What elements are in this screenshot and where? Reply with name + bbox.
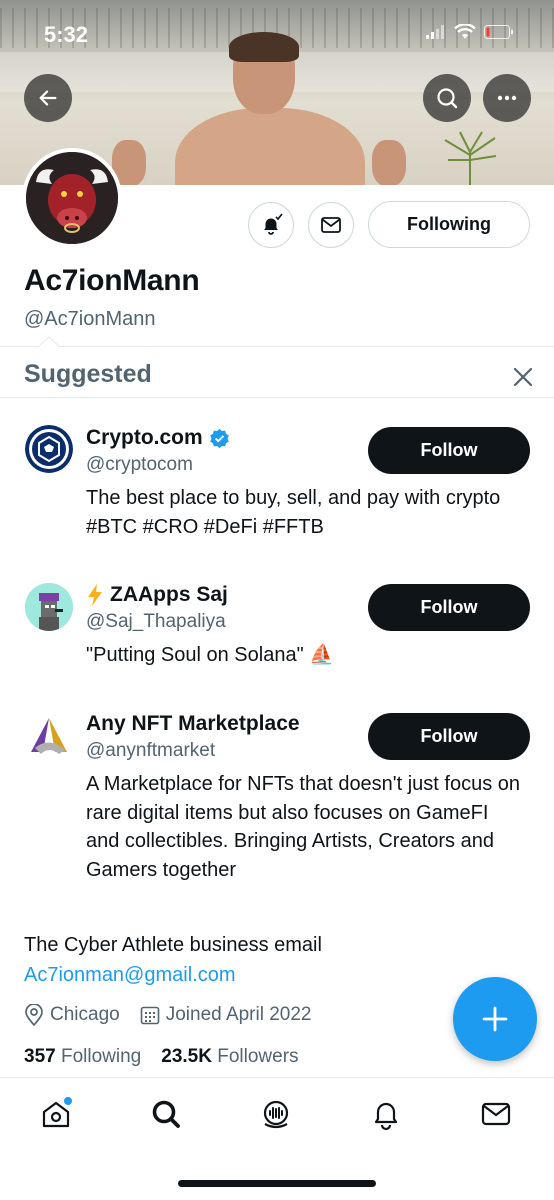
caret-pointer bbox=[38, 336, 60, 348]
account-bio: A Marketplace for NFTs that doesn't just… bbox=[86, 773, 521, 881]
following-count: 357 bbox=[24, 1046, 56, 1067]
plus-icon bbox=[482, 1006, 508, 1032]
compose-button[interactable] bbox=[453, 977, 537, 1061]
account-name: Crypto.com bbox=[86, 426, 203, 449]
messages-icon bbox=[481, 1102, 511, 1126]
pixel-ape-avatar-icon bbox=[25, 583, 73, 631]
profile-bio: The Cyber Athlete business email bbox=[24, 934, 322, 956]
divider bbox=[0, 346, 554, 347]
back-arrow-icon bbox=[39, 90, 57, 106]
signal-icon bbox=[426, 25, 444, 39]
profile-email-link[interactable]: Ac7ionman@gmail.com bbox=[24, 964, 236, 987]
following-button[interactable]: Following bbox=[368, 201, 530, 248]
profile-location: Chicago bbox=[50, 1004, 120, 1025]
follow-button[interactable]: Follow bbox=[368, 713, 530, 760]
search-icon bbox=[152, 1100, 180, 1128]
suggested-heading: Suggested bbox=[24, 360, 152, 388]
home-icon bbox=[42, 1097, 72, 1128]
banner-hand-right bbox=[372, 140, 406, 185]
account-bio: The best place to buy, sell, and pay wit… bbox=[86, 487, 501, 538]
back-button[interactable] bbox=[24, 74, 72, 122]
more-horizontal-icon bbox=[497, 95, 517, 101]
user-handle: @Ac7ionMann bbox=[24, 308, 156, 330]
verified-badge-icon bbox=[209, 428, 229, 448]
account-name: Any NFT Marketplace bbox=[86, 712, 300, 735]
followers-count: 23.5K bbox=[161, 1046, 212, 1067]
account-handle: @Saj_Thapaliya bbox=[86, 611, 226, 632]
crypto-com-logo-icon bbox=[25, 425, 73, 473]
account-avatar[interactable] bbox=[25, 712, 73, 760]
followers-label: Followers bbox=[217, 1046, 299, 1067]
profile-meta: Chicago Joined April 2022 bbox=[24, 1004, 324, 1026]
avatar[interactable] bbox=[22, 148, 122, 248]
calendar-icon bbox=[140, 1006, 160, 1025]
home-indicator[interactable] bbox=[178, 1180, 376, 1187]
battery-icon bbox=[484, 25, 513, 39]
search-icon bbox=[437, 88, 458, 109]
envelope-icon bbox=[321, 217, 341, 233]
lightning-icon bbox=[88, 584, 102, 606]
tab-notifications[interactable] bbox=[366, 1094, 406, 1134]
following-label: Following bbox=[60, 1046, 142, 1067]
divider bbox=[0, 397, 554, 398]
follow-button[interactable]: Follow bbox=[368, 584, 530, 631]
bell-subscribed-icon bbox=[264, 213, 283, 235]
follow-counts: 357 Following 23.5K Followers bbox=[24, 1046, 299, 1068]
tab-home[interactable] bbox=[36, 1094, 76, 1134]
location-pin-icon bbox=[25, 1004, 43, 1026]
more-button[interactable] bbox=[483, 74, 531, 122]
status-time: 5:32 bbox=[44, 22, 89, 47]
display-name: Ac7ionMann bbox=[24, 264, 200, 297]
notifications-button[interactable] bbox=[248, 202, 294, 248]
tab-search[interactable] bbox=[146, 1094, 186, 1134]
following-stat[interactable]: 357 Following bbox=[24, 1046, 141, 1068]
account-avatar[interactable] bbox=[25, 425, 73, 473]
account-name: ZAApps Saj bbox=[110, 583, 228, 606]
status-bar: 5:32 bbox=[0, 0, 554, 60]
tab-messages[interactable] bbox=[476, 1094, 516, 1134]
account-bio: "Putting Soul on Solana" ⛵ bbox=[86, 644, 335, 666]
plant-icon bbox=[444, 131, 497, 185]
bull-avatar-icon bbox=[26, 152, 118, 244]
notifications-icon bbox=[374, 1102, 398, 1131]
wifi-icon bbox=[454, 24, 476, 39]
tab-spaces[interactable] bbox=[256, 1094, 296, 1134]
message-button[interactable] bbox=[308, 202, 354, 248]
account-avatar[interactable] bbox=[25, 583, 73, 631]
spaces-icon bbox=[263, 1100, 289, 1129]
account-handle: @cryptocom bbox=[86, 454, 193, 475]
profile-joined: Joined April 2022 bbox=[165, 1004, 312, 1025]
search-button[interactable] bbox=[423, 74, 471, 122]
any-nft-logo-icon bbox=[31, 718, 67, 754]
follow-button[interactable]: Follow bbox=[368, 427, 530, 474]
followers-stat[interactable]: 23.5K Followers bbox=[161, 1046, 298, 1068]
account-handle: @anynftmarket bbox=[86, 740, 216, 761]
close-icon[interactable] bbox=[510, 364, 536, 390]
